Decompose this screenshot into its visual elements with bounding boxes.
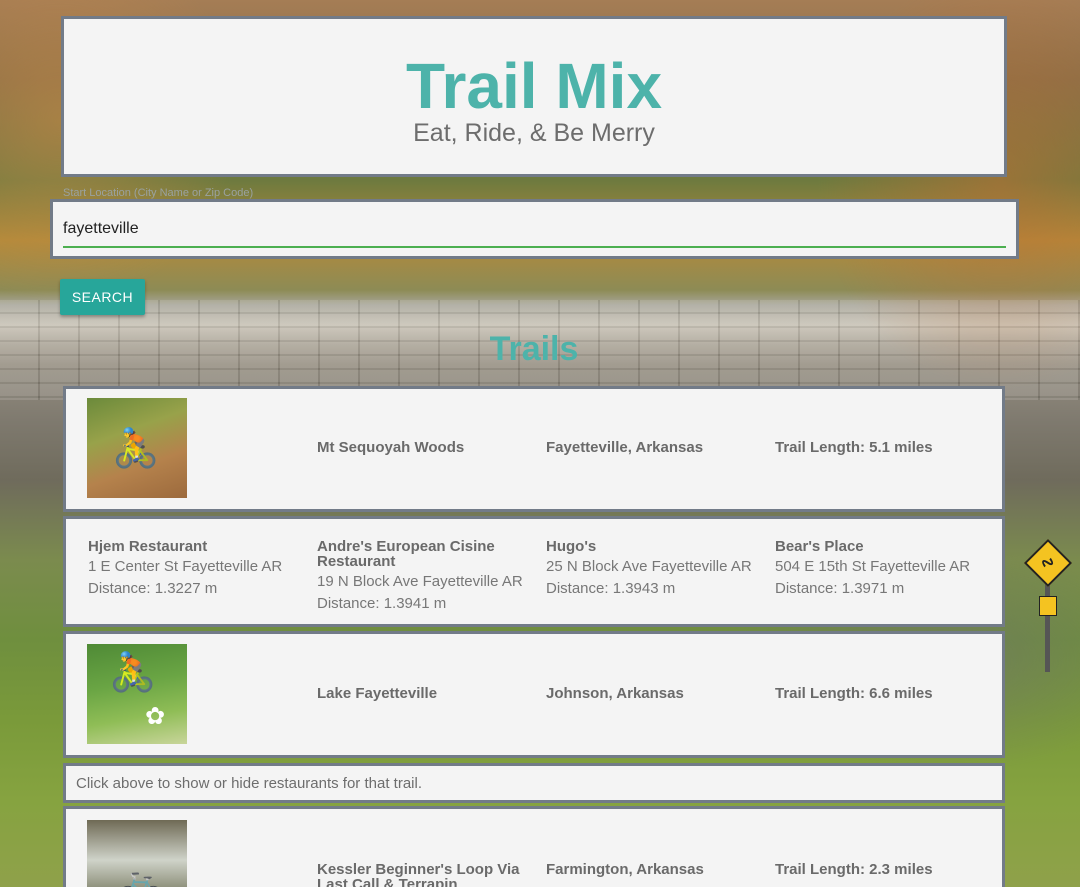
restaurant-name: Hjem Restaurant — [88, 538, 208, 555]
site-title: Trail Mix — [405, 50, 663, 122]
trail-length: Trail Length: 5.1 miles — [775, 439, 933, 456]
restaurant-distance: Distance: 1.3227 m — [88, 580, 218, 597]
start-location-label: Start Location (City Name or Zip Code) — [63, 187, 254, 199]
background-sign-plate — [1039, 596, 1057, 616]
restaurant-list: Hjem Restaurant 1 E Center St Fayettevil… — [63, 516, 1005, 627]
trail-location: Johnson, Arkansas — [546, 685, 684, 702]
trail-photo: 🚴 ✿ — [87, 644, 187, 744]
restaurant-distance: Distance: 1.3943 m — [546, 580, 676, 597]
restaurant-name: Hugo's — [546, 538, 597, 555]
restaurant-distance: Distance: 1.3971 m — [775, 580, 905, 597]
trail-card[interactable]: 🚴 ✿ Lake Fayetteville Johnson, Arkansas … — [63, 631, 1005, 758]
restaurant-address: 19 N Block Ave Fayetteville AR — [317, 573, 523, 590]
site-header: Trail Mix Eat, Ride, & Be Merry — [61, 16, 1007, 177]
restaurant-name: Andre's European Cisine Restaurant — [317, 538, 495, 570]
trail-card[interactable]: 🚲 Kessler Beginner's Loop Via Last Call … — [63, 806, 1005, 887]
trail-location: Farmington, Arkansas — [546, 861, 704, 878]
restaurant-name: Bear's Place — [775, 538, 864, 555]
trail-name: Kessler Beginner's Loop Via Last Call & … — [317, 861, 520, 887]
restaurant-distance: Distance: 1.3941 m — [317, 595, 447, 612]
trail-name: Mt Sequoyah Woods — [317, 439, 465, 456]
start-location-input[interactable] — [63, 212, 1006, 248]
trail-length: Trail Length: 6.6 miles — [775, 685, 933, 702]
trail-name: Lake Fayetteville — [317, 685, 438, 702]
trails-heading: Trails — [489, 330, 579, 368]
daisy-icon: ✿ — [145, 702, 166, 730]
start-location-container — [50, 199, 1019, 259]
search-button[interactable]: SEARCH — [60, 279, 145, 315]
trail-length: Trail Length: 2.3 miles — [775, 861, 933, 878]
site-subtitle: Eat, Ride, & Be Merry — [413, 119, 655, 147]
cyclist-icon: 🚲 — [117, 860, 165, 887]
toggle-hint: Click above to show or hide restaurants … — [63, 763, 1005, 803]
cyclist-icon: 🚴 — [109, 650, 157, 694]
restaurant-address: 25 N Block Ave Fayetteville AR — [546, 558, 752, 575]
cyclist-icon: 🚴 — [112, 426, 160, 470]
trail-photo: 🚲 — [87, 820, 187, 887]
restaurant-address: 1 E Center St Fayetteville AR — [88, 558, 283, 575]
restaurant-address: 504 E 15th St Fayetteville AR — [775, 558, 971, 575]
trail-photo: 🚴 — [87, 398, 187, 498]
trail-location: Fayetteville, Arkansas — [546, 439, 704, 456]
trail-card[interactable]: 🚴 Mt Sequoyah Woods Fayetteville, Arkans… — [63, 386, 1005, 512]
